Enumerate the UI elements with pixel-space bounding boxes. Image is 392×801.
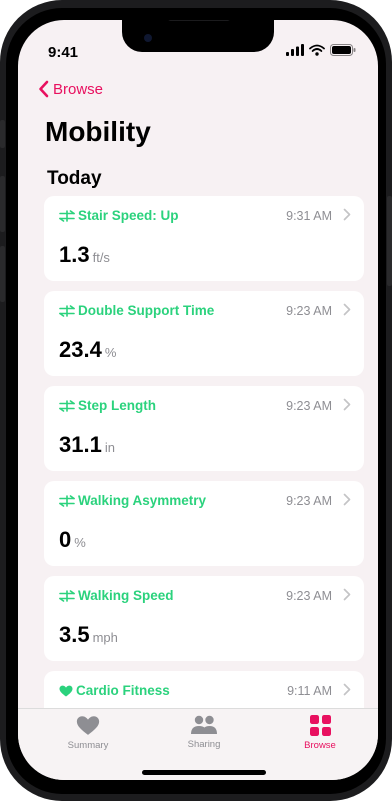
- card-title: Walking Speed: [78, 588, 174, 603]
- tab-sharing[interactable]: Sharing: [159, 715, 249, 750]
- card-time: 9:23 AM: [286, 589, 332, 603]
- status-icons: [286, 44, 356, 56]
- back-button[interactable]: Browse: [38, 80, 103, 98]
- card-title: Double Support Time: [78, 303, 215, 318]
- people-icon: [191, 715, 217, 734]
- tab-label: Sharing: [187, 739, 221, 750]
- chevron-right-icon: [343, 303, 351, 316]
- front-camera: [144, 34, 152, 42]
- grid-icon: [309, 715, 331, 736]
- metric-unit: mph: [92, 630, 118, 645]
- card-title: Step Length: [78, 398, 156, 413]
- metric-card-walking-asymmetry[interactable]: Walking Asymmetry 9:23 AM 0 %: [44, 481, 364, 566]
- volume-up-button: [0, 176, 5, 232]
- card-title: Cardio Fitness: [76, 683, 170, 698]
- home-indicator: [142, 770, 266, 775]
- card-time: 9:23 AM: [286, 494, 332, 508]
- mute-switch: [0, 120, 5, 148]
- chevron-right-icon: [343, 683, 351, 696]
- metric-value: 0: [59, 527, 72, 552]
- card-title: Walking Asymmetry: [78, 493, 207, 508]
- wifi-icon: [309, 44, 325, 56]
- chevron-right-icon: [343, 398, 351, 411]
- page-title: Mobility: [45, 116, 151, 147]
- chevron-left-icon: [39, 80, 49, 98]
- metric-card-step-length[interactable]: Step Length 9:23 AM 31.1 in: [44, 386, 364, 471]
- chevron-right-icon: [343, 208, 351, 221]
- metric-unit: %: [74, 535, 86, 550]
- tab-summary[interactable]: Summary: [43, 715, 133, 751]
- heart-icon: [76, 716, 100, 735]
- metric-unit: in: [104, 440, 115, 455]
- chevron-right-icon: [343, 588, 351, 601]
- metric-card-double-support-time[interactable]: Double Support Time 9:23 AM 23.4 %: [44, 291, 364, 376]
- walking-arrows-icon: [59, 494, 75, 507]
- metric-value: 23.4: [59, 337, 102, 362]
- metric-value: 1.3: [59, 242, 90, 267]
- tab-label: Browse: [304, 740, 336, 751]
- section-header: Today: [47, 168, 102, 189]
- metric-card-stair-speed[interactable]: Stair Speed: Up 9:31 AM 1.3 ft/s: [44, 196, 364, 281]
- tab-label: Summary: [67, 740, 109, 751]
- screen: 9:41 Browse Mobility Today Stair Speed: …: [18, 20, 378, 780]
- card-time: 9:11 AM: [287, 684, 332, 698]
- chevron-right-icon: [343, 493, 351, 506]
- walking-arrows-icon: [59, 304, 75, 317]
- status-time: 9:41: [48, 44, 79, 61]
- back-button-label: Browse: [53, 80, 104, 98]
- walking-arrows-icon: [59, 589, 75, 602]
- card-time: 9:23 AM: [286, 304, 332, 318]
- cellular-signal-icon: [286, 44, 304, 56]
- metric-value: 31.1: [59, 432, 102, 457]
- phone-frame: 9:41 Browse Mobility Today Stair Speed: …: [0, 0, 392, 801]
- metric-unit: %: [104, 345, 117, 360]
- heart-icon: [59, 685, 73, 696]
- metric-value: 3.5: [59, 622, 90, 647]
- battery-icon: [330, 44, 356, 56]
- walking-arrows-icon: [59, 209, 75, 222]
- card-time: 9:31 AM: [286, 209, 332, 223]
- card-time: 9:23 AM: [286, 399, 332, 413]
- metric-unit: ft/s: [92, 250, 110, 265]
- volume-down-button: [0, 246, 5, 302]
- tab-browse[interactable]: Browse: [275, 715, 365, 751]
- metric-card-walking-speed[interactable]: Walking Speed 9:23 AM 3.5 mph: [44, 576, 364, 661]
- walking-arrows-icon: [59, 399, 75, 412]
- card-title: Stair Speed: Up: [78, 208, 179, 223]
- power-button: [387, 196, 392, 286]
- speaker-grille: [168, 20, 230, 21]
